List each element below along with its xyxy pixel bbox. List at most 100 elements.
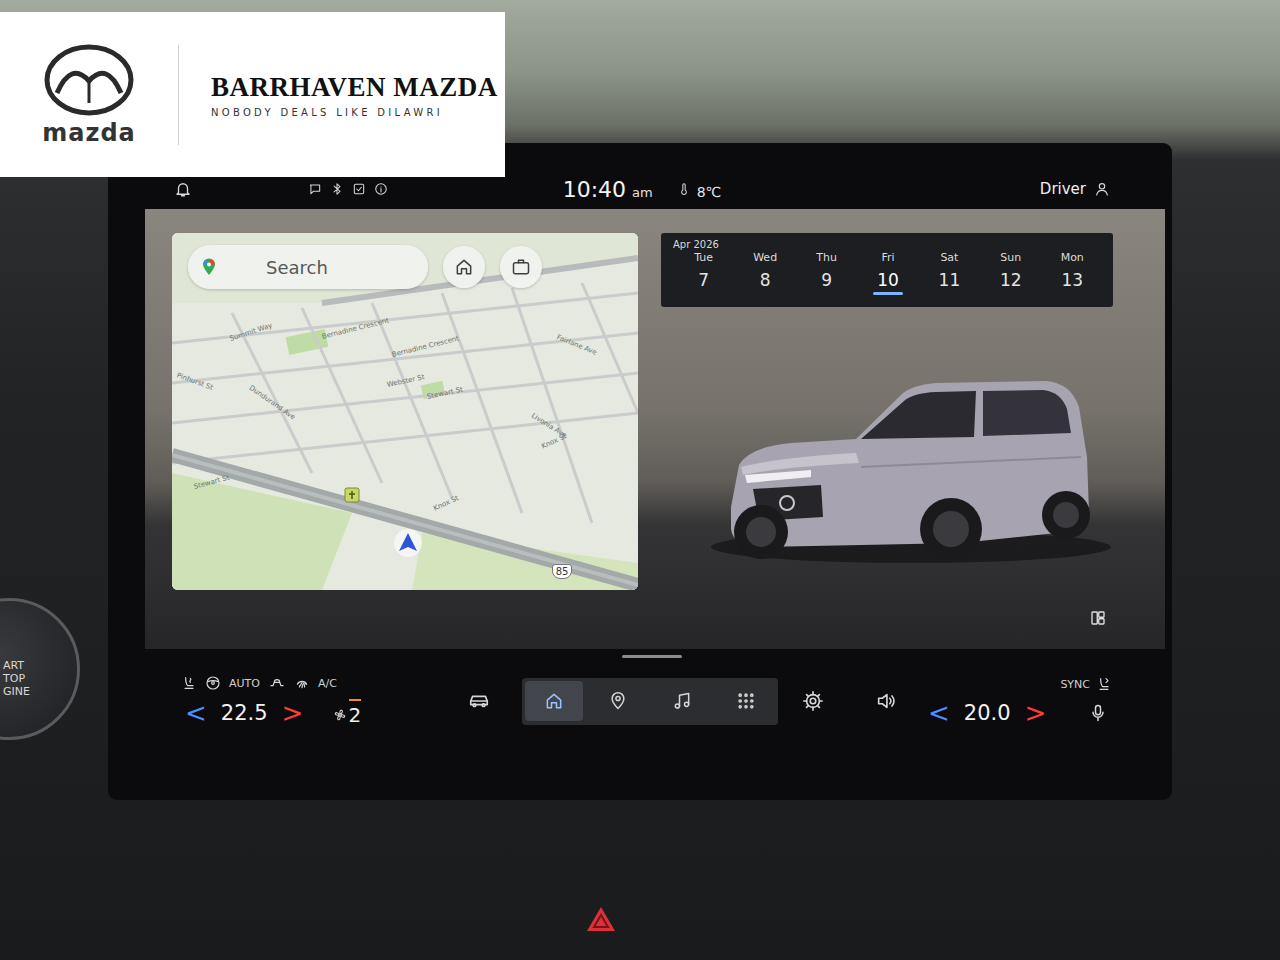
day-number: 12: [1000, 270, 1022, 290]
weekday-label: Fri: [881, 251, 894, 264]
bottom-bar: AUTOA/C<22.5>2SYNC<20.0>: [138, 649, 1165, 744]
passenger-temp-down[interactable]: <: [928, 700, 950, 726]
screen: 10:40 am 8℃ Driver Summit WayBernadine Cresc…: [138, 169, 1165, 744]
recirculation-icon[interactable]: [268, 675, 286, 691]
start-stop-label: GINE: [3, 685, 30, 698]
route-shield: 85: [552, 564, 572, 579]
volume-icon[interactable]: [875, 690, 897, 712]
sync-icon[interactable]: [1096, 676, 1112, 692]
weekday-label: Wed: [753, 251, 777, 264]
bell-icon[interactable]: [174, 180, 192, 198]
selected-day-underline: [689, 292, 719, 295]
bluetooth-icon: [330, 182, 344, 196]
calendar-day[interactable]: Apr 2026Tue 7: [673, 239, 734, 301]
fan-speed-value: 2: [348, 703, 361, 727]
day-number: 8: [760, 270, 771, 290]
selected-day-underline: [1057, 292, 1087, 295]
weekday-label: Tue: [694, 251, 713, 264]
mazda-emblem-icon: [43, 43, 135, 117]
dealer-tagline: NOBODY DEALS LIKE DILAWRI: [211, 107, 498, 118]
calendar-month: Apr 2026: [673, 239, 719, 250]
calendar-day[interactable]: Sat 11: [919, 239, 980, 301]
fan-icon: [333, 708, 347, 722]
fan-speed[interactable]: 2: [333, 699, 361, 727]
search-placeholder: Search: [266, 257, 328, 278]
selected-day-underline: [812, 292, 842, 295]
start-stop-label: ART: [3, 659, 30, 672]
driver-temp-up[interactable]: >: [282, 700, 304, 726]
driver-temperature: 22.5: [207, 701, 282, 725]
home-icon: [544, 691, 564, 711]
defrost-icon[interactable]: [294, 675, 310, 691]
apps-icon: [736, 691, 756, 711]
dealer-name: BARRHAVEN MAZDA: [211, 72, 498, 103]
steering-heat-icon[interactable]: [205, 675, 221, 691]
calendar-day[interactable]: Sun 12: [980, 239, 1041, 301]
selected-day-underline: [873, 292, 903, 295]
info-icon: [374, 182, 388, 196]
day-number: 13: [1061, 270, 1083, 290]
selected-day-underline: [934, 292, 964, 295]
clock-ampm: am: [632, 185, 653, 200]
day-number: 7: [698, 270, 709, 290]
calendar-day[interactable]: Wed 8: [734, 239, 795, 301]
day-number: 9: [821, 270, 832, 290]
weekday-label: Mon: [1061, 251, 1084, 264]
apps-dock-button[interactable]: [717, 681, 775, 721]
music-dock-button[interactable]: [653, 681, 711, 721]
day-number: 11: [939, 270, 961, 290]
calendar-strip: Apr 2026Tue 7 Wed 8 Thu 9 Fri 10 Sat 11 Sun 12…: [661, 233, 1113, 307]
calendar-day[interactable]: Fri 10: [857, 239, 918, 301]
vehicle-icon[interactable]: [468, 690, 490, 712]
outside-temperature: 8℃: [697, 184, 722, 200]
layout-switch-icon[interactable]: [1089, 609, 1107, 627]
start-stop-button[interactable]: ARTTOPGINE: [0, 598, 80, 740]
drawer-handle[interactable]: [622, 655, 682, 658]
selected-day-underline: [996, 292, 1026, 295]
map-widget[interactable]: Summit WayBernadine CrescentBernadine Cr…: [172, 233, 638, 590]
seat-heat-icon[interactable]: [181, 675, 197, 691]
vehicle-view[interactable]: [661, 307, 1113, 649]
calendar-day[interactable]: Mon 13: [1042, 239, 1103, 301]
home-dock-button[interactable]: [525, 681, 583, 721]
infotainment-display: 10:40 am 8℃ Driver Summit WayBernadine Cresc…: [108, 143, 1172, 800]
selected-day-underline: [750, 292, 780, 295]
weekday-label: Sun: [1000, 251, 1021, 264]
person-icon[interactable]: [1094, 181, 1110, 197]
start-stop-label: TOP: [3, 672, 30, 685]
dealer-logo: mazda BARRHAVEN MAZDA NOBODY DEALS LIKE DI…: [0, 12, 505, 177]
app-dock: [522, 678, 778, 725]
microphone-icon[interactable]: [1088, 703, 1108, 723]
home-panel: Summit WayBernadine CrescentBernadine Cr…: [145, 209, 1165, 649]
place-marker-icon: [344, 487, 360, 503]
vehicle-image: [661, 307, 1113, 641]
pin-dock-button[interactable]: [589, 681, 647, 721]
sync-label[interactable]: SYNC: [1060, 678, 1090, 691]
clock-time: 10:40: [563, 177, 626, 202]
calendar-day[interactable]: Thu 9: [796, 239, 857, 301]
weekday-label: Thu: [816, 251, 837, 264]
thermometer-icon: [677, 182, 691, 196]
pin-icon: [608, 691, 628, 711]
map-search-bar[interactable]: Search: [188, 245, 428, 289]
fan-indicator: [349, 699, 361, 701]
message-icon: [308, 182, 322, 196]
mazda-wordmark: mazda: [42, 119, 136, 147]
google-maps-pin-icon: [202, 258, 216, 276]
gear-icon[interactable]: [802, 690, 824, 712]
home-shortcut-icon[interactable]: [443, 246, 485, 288]
sync-check-icon: [352, 182, 366, 196]
work-shortcut-icon[interactable]: [500, 246, 542, 288]
logo-divider: [178, 45, 179, 145]
ac-label[interactable]: A/C: [318, 677, 337, 690]
location-arrow-icon: [393, 528, 423, 558]
auto-climate-label[interactable]: AUTO: [229, 677, 260, 690]
passenger-temperature: 20.0: [950, 701, 1025, 725]
day-number: 10: [877, 270, 899, 290]
driver-temp-down[interactable]: <: [185, 700, 207, 726]
weekday-label: Sat: [940, 251, 958, 264]
music-icon: [672, 691, 692, 711]
driver-profile[interactable]: Driver: [1040, 180, 1086, 198]
hazard-icon[interactable]: [585, 905, 617, 933]
passenger-temp-up[interactable]: >: [1025, 700, 1047, 726]
